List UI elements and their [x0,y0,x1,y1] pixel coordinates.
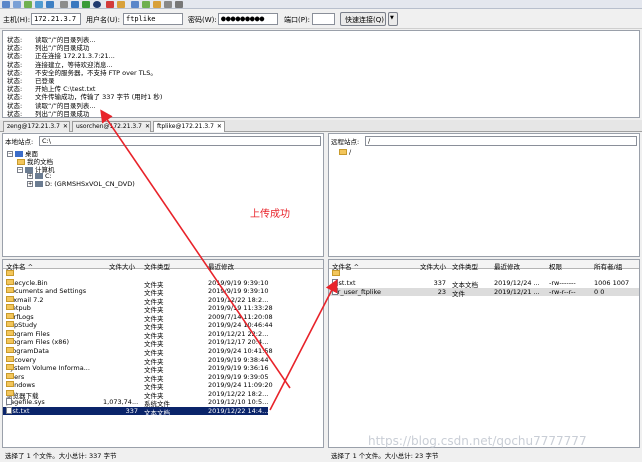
arrow-to-remote-file [269,279,338,411]
arrow-to-log [100,109,291,389]
upload-success-annotation: 上传成功 [250,209,290,220]
watermark: https://blog.csdn.net/qochu7777777 [368,434,587,448]
annotation-arrows [100,109,338,411]
